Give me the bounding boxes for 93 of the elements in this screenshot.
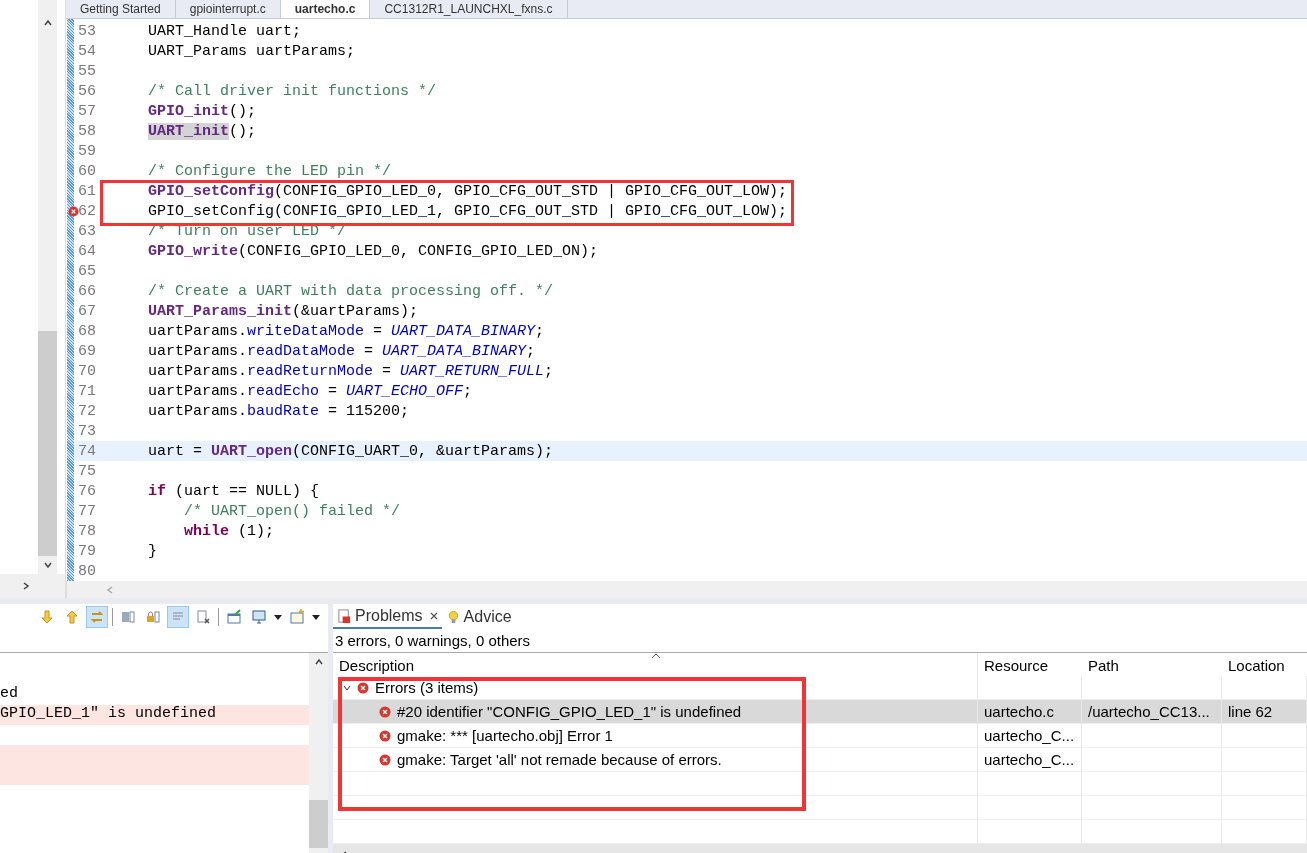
line-number: 64 xyxy=(77,242,97,260)
code-line: uartParams.readEcho = UART_ECHO_OFF; xyxy=(147,382,473,400)
code-line: GPIO_setConfig(CONFIG_GPIO_LED_0, GPIO_CFG_OUT_STD | GPIO_CFG_OUT_LOW); xyxy=(147,182,788,200)
line-number: 65 xyxy=(77,262,97,280)
editor-tab[interactable]: uartecho.c xyxy=(280,0,371,18)
tab-label: Problems xyxy=(355,607,423,625)
error-icon xyxy=(379,705,391,718)
line-number: 56 xyxy=(77,82,97,100)
column-header[interactable]: Path xyxy=(1082,653,1222,676)
code-line: UART_Params_init(&uartParams); xyxy=(147,302,419,320)
table-cell: uartecho_C... xyxy=(984,751,1075,768)
line-number: 59 xyxy=(77,142,97,160)
line-number: 66 xyxy=(77,282,97,300)
line-number: 54 xyxy=(77,42,97,60)
line-number: 73 xyxy=(77,422,97,440)
line-number: 58 xyxy=(77,122,97,140)
problems-icon xyxy=(337,608,352,624)
editor-tab[interactable]: gpiointerrupt.c xyxy=(175,0,281,18)
line-number: 60 xyxy=(77,162,97,180)
link-icon[interactable] xyxy=(87,607,107,627)
code-line: UART_Handle uart; xyxy=(147,22,302,40)
code-line: uartParams.baudRate = 115200; xyxy=(147,402,410,420)
table-cell: line 62 xyxy=(1228,703,1273,720)
line-number: 80 xyxy=(77,562,97,580)
line-number: 68 xyxy=(77,322,97,340)
line-number: 63 xyxy=(77,222,97,240)
line-number: 77 xyxy=(77,502,97,520)
console-line: ed xyxy=(0,685,19,704)
problem-row[interactable]: gmake: Target 'all' not remade because of errors. uartecho_C... xyxy=(333,748,1307,772)
line-number: 55 xyxy=(77,62,97,80)
line-number: 79 xyxy=(77,542,97,560)
table-cell: #20 identifier "CONFIG_GPIO_LED_1" is undefined xyxy=(397,703,742,720)
code-line: } xyxy=(147,542,157,560)
scrollbar-thumb[interactable] xyxy=(38,331,57,556)
code-line: GPIO_write(CONFIG_GPIO_LED_0, CONFIG_GPIO_LED_ON); xyxy=(147,242,599,260)
line-number: 78 xyxy=(77,522,97,540)
line-number: 69 xyxy=(77,342,97,360)
scroll-right-icon[interactable] xyxy=(21,581,31,591)
line-number: 53 xyxy=(77,22,97,40)
code-line: if (uart == NULL) { xyxy=(147,482,320,500)
table-cell: gmake: Target 'all' not remade because of errors. xyxy=(397,751,722,768)
new-window-icon[interactable] xyxy=(287,607,307,627)
code-line: while (1); xyxy=(183,522,275,540)
column-header[interactable]: Resource xyxy=(978,653,1082,676)
scroll-down-icon[interactable] xyxy=(42,560,53,570)
line-number: 61 xyxy=(77,182,97,200)
editor-tab[interactable]: CC1312R1_LAUNCHXL_fxns.c xyxy=(370,0,568,18)
error-icon xyxy=(379,753,391,766)
line-number: 76 xyxy=(77,482,97,500)
error-icon xyxy=(357,681,369,694)
line-number: 67 xyxy=(77,302,97,320)
code-line: /* Create a UART with data processing off. */ xyxy=(147,282,554,300)
table-cell: gmake: *** [uartecho.obj] Error 1 xyxy=(397,727,613,744)
column-header[interactable]: Description xyxy=(333,653,978,676)
line-number: 57 xyxy=(77,102,97,120)
line-number: 72 xyxy=(77,402,97,420)
code-line: /* UART_open() failed */ xyxy=(183,502,401,520)
scrollbar-thumb[interactable] xyxy=(309,800,328,848)
view-tab[interactable]: Advice xyxy=(441,606,516,628)
code-line: /* Configure the LED pin */ xyxy=(147,162,392,180)
window-pin-icon[interactable] xyxy=(224,607,244,627)
table-cell: uartecho_C... xyxy=(984,727,1075,744)
problems-summary: 3 errors, 0 warnings, 0 others xyxy=(333,630,1307,653)
code-line: uartParams.readDataMode = UART_DATA_BINARY; xyxy=(147,342,536,360)
dropdown-caret-icon[interactable] xyxy=(274,614,282,620)
monitor-icon[interactable] xyxy=(249,607,269,627)
dropdown-caret-icon[interactable] xyxy=(312,614,320,620)
table-cell: /uartecho_CC13... xyxy=(1088,703,1210,720)
sort-icon xyxy=(651,653,661,659)
group-label[interactable]: Errors (3 items) xyxy=(375,679,479,696)
line-number: 74 xyxy=(77,442,97,460)
expanded-icon[interactable] xyxy=(343,683,351,692)
editor-tab[interactable]: Getting Started xyxy=(66,0,176,18)
close-icon[interactable] xyxy=(429,612,438,620)
line-number: 70 xyxy=(77,362,97,380)
code-line: uart = UART_open(CONFIG_UART_0, &uartParams); xyxy=(147,442,554,460)
line-number: 71 xyxy=(77,382,97,400)
code-line: UART_Params uartParams; xyxy=(147,42,356,60)
line-number: 75 xyxy=(77,462,97,480)
code-line: GPIO_setConfig(CONFIG_GPIO_LED_1, GPIO_CFG_OUT_STD | GPIO_CFG_OUT_LOW); xyxy=(147,202,788,220)
code-line: uartParams.readReturnMode = UART_RETURN_FULL; xyxy=(147,362,554,380)
problem-row[interactable]: #20 identifier "CONFIG_GPIO_LED_1" is undefined uartecho.c /uartecho_CC13... line 62 xyxy=(333,700,1307,724)
problem-row[interactable]: gmake: *** [uartecho.obj] Error 1 uartecho_C... xyxy=(333,724,1307,748)
code-line: /* Call driver init functions */ xyxy=(147,82,437,100)
error-icon xyxy=(379,729,391,742)
tab-label: Advice xyxy=(463,608,512,626)
table-cell: uartecho.c xyxy=(984,703,1055,720)
scroll-up-icon[interactable] xyxy=(42,18,53,28)
column-header[interactable]: Location xyxy=(1222,653,1307,676)
scroll-up-icon[interactable] xyxy=(313,657,324,667)
code-line: uartParams.writeDataMode = UART_DATA_BINARY; xyxy=(147,322,545,340)
line-number: 62 xyxy=(77,202,97,220)
code-line: GPIO_init(); xyxy=(147,102,257,120)
